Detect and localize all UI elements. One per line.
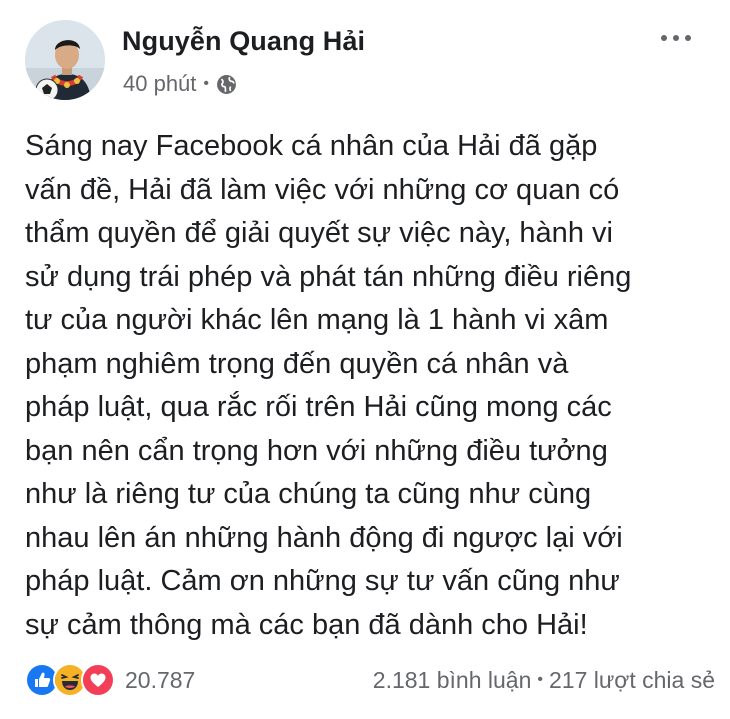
post-text-line: sự cảm thông mà các bạn đã dành cho Hải! bbox=[25, 608, 588, 641]
reaction-count: 20.787 bbox=[125, 666, 196, 693]
author-name[interactable]: Nguyễn Quang Hải bbox=[122, 26, 365, 57]
share-count[interactable]: 217 lượt chia sẻ bbox=[549, 667, 715, 694]
post-text-line: như là riêng tư của chúng ta cũng như cù… bbox=[25, 478, 592, 510]
post-text-line: tư của người khác lên mạng là 1 hành vi … bbox=[25, 304, 609, 336]
post-text-line: thẩm quyền để giải quyết sự việc này, hà… bbox=[25, 217, 613, 249]
post-meta: 40 phút • bbox=[123, 70, 237, 98]
more-dot bbox=[673, 35, 679, 41]
avatar-image bbox=[25, 20, 105, 100]
post-text-line: pháp luật. Cảm ơn những sự tư vấn cũng n… bbox=[25, 565, 620, 597]
engagement-stats: 2.181 bình luận • 217 lượt chia sẻ bbox=[373, 667, 715, 694]
post-text-line: phạm nghiêm trọng đến quyền cá nhân và bbox=[25, 347, 569, 380]
comment-count[interactable]: 2.181 bình luận bbox=[373, 667, 532, 694]
post-text-line: nhau lên án những hành động đi ngược lại… bbox=[25, 521, 623, 554]
more-dot bbox=[685, 35, 691, 41]
meta-separator: • bbox=[203, 75, 210, 92]
post-text-line: Sáng nay Facebook cá nhân của Hải đã gặp bbox=[25, 130, 598, 162]
facebook-post: Nguyễn Quang Hải 40 phút • Sáng nay Face… bbox=[0, 0, 730, 719]
stats-separator: • bbox=[537, 671, 543, 688]
more-options-icon[interactable] bbox=[650, 22, 702, 54]
post-body: Sáng nay Facebook cá nhân của Hải đã gặp… bbox=[25, 125, 715, 647]
post-text-line: pháp luật, qua rắc rối trên Hải cũng mon… bbox=[25, 391, 612, 423]
post-text-line: sử dụng trái phép và phát tán những điều… bbox=[25, 260, 632, 293]
post-text-line: bạn nên cẩn trọng hơn với những điều tưở… bbox=[25, 434, 608, 467]
post-footer: 20.787 2.181 bình luận • 217 lượt chia s… bbox=[25, 660, 715, 700]
post-text-line: vấn đề, Hải đã làm việc với những cơ qua… bbox=[25, 173, 620, 206]
globe-icon[interactable] bbox=[216, 74, 237, 95]
more-dot bbox=[661, 35, 667, 41]
reactions-summary[interactable]: 20.787 bbox=[25, 663, 195, 697]
author-avatar[interactable] bbox=[25, 20, 105, 100]
love-icon bbox=[81, 663, 115, 697]
post-timestamp[interactable]: 40 phút bbox=[123, 71, 196, 97]
